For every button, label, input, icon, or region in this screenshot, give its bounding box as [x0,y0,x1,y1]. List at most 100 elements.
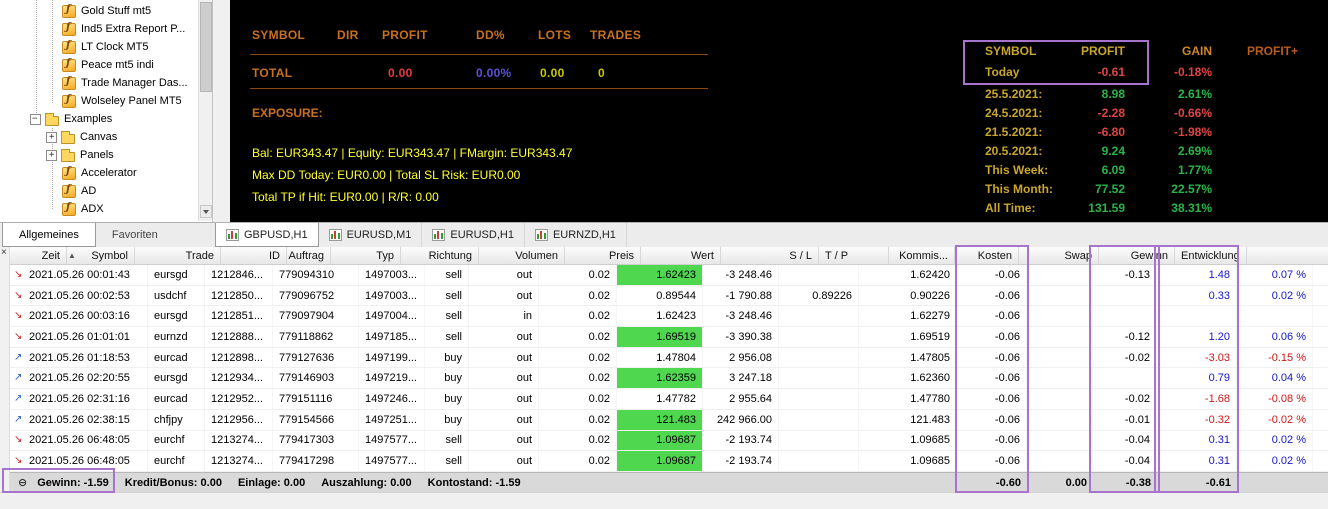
collapse-icon[interactable]: ⊖ [18,476,27,489]
table-row[interactable]: 2021.05.26 02:31:16 eurcad 1212952... 77… [10,389,1328,410]
cell-swap: -0.01 [1093,409,1157,430]
chart-tab[interactable]: GBPUSD,H1 [215,223,319,247]
navigator-tab[interactable]: Allgemeines [2,223,96,247]
toolbox-gutter: × [0,247,10,492]
tree-expander-icon[interactable] [30,113,41,125]
cell-entwicklung: -0.15 % [1237,347,1313,368]
cell-preis: 1.62423 [617,306,703,327]
cell-wert: 3 247.18 [703,368,779,389]
navigator-item-label: Examples [64,113,113,125]
navigator-item-label: Canvas [80,131,118,143]
stats-row-label: This Week: [985,162,1049,177]
navigator-tab[interactable]: Favoriten [96,223,174,247]
cell-preis: 0.89544 [617,285,703,306]
deal-direction-icon [14,352,26,364]
navigator-item-icon [62,184,76,198]
panel-total-label: TOTAL [252,66,293,80]
cell-volumen: 0.02 [539,327,617,347]
table-row[interactable]: 2021.05.26 06:48:05 eurchf 1213274... 77… [10,430,1328,452]
cell-id: 779096752 [273,285,359,306]
navigator-item[interactable]: Panels [0,146,198,164]
deal-time: 2021.05.26 00:02:53 [29,289,130,302]
tree-expander-icon[interactable] [46,131,57,143]
deal-time: 2021.05.26 01:01:01 [29,330,130,343]
table-row[interactable]: 2021.05.26 02:38:15 chfjpy 1212956... 77… [10,409,1328,431]
column-header[interactable]: Trade [135,247,221,264]
navigator-item[interactable]: Wolseley Panel MT5 [0,92,198,110]
table-row[interactable]: 2021.05.26 01:18:53 eurcad 1212898... 77… [10,347,1328,369]
scrollbar-thumb[interactable] [200,2,212,92]
chart-tab-label: EURNZD,H1 [552,229,616,241]
panel-total-profit: 0.00 [388,66,413,80]
cell-kommission: -0.06 [957,347,1027,368]
column-header[interactable]: Auftrag [287,247,331,264]
cell-id: 779146903 [273,368,359,389]
cell-sl [779,265,859,285]
navigator-item[interactable]: Trade Manager Das... [0,74,198,92]
cell-id: 779094310 [273,265,359,285]
column-header[interactable]: Kommis... [889,247,955,264]
stats-row: 20.5.2021: 9.24 2.69% [965,141,1310,160]
cell-entwicklung: 0.02 % [1237,430,1313,451]
navigator-item[interactable]: Gold Stuff mt5 [0,2,198,20]
column-header[interactable]: Kosten [955,247,1019,264]
cell-richtung: out [469,451,539,471]
deal-direction-icon [14,434,26,446]
navigator-item[interactable]: AD [0,182,198,200]
navigator-scrollbar[interactable] [198,0,212,221]
navigator-item[interactable]: Peace mt5 indi [0,56,198,74]
cell-time: 2021.05.26 00:03:16 [10,306,148,327]
navigator-item[interactable]: Canvas [0,128,198,146]
table-row[interactable]: 2021.05.26 00:03:16 eursgd 1212851... 77… [10,306,1328,328]
column-header[interactable]: Richtung [401,247,479,264]
chart-tab[interactable]: EURUSD,M1 [319,223,423,247]
cell-tp: 0.90226 [859,285,957,306]
deal-direction-icon [14,372,26,384]
footer-summary-item: Einlage: 0.00 [237,476,306,489]
table-row[interactable]: 2021.05.26 00:02:53 usdchf 1212850... 77… [10,285,1328,307]
daily-stats-panel: SYMBOL PROFIT GAIN PROFIT+ Today -0.61 -… [965,42,1310,217]
table-body: 2021.05.26 00:01:43 eursgd 1212846... 77… [10,265,1328,472]
column-header[interactable]: Wert [641,247,721,264]
cell-id: 779118862 [273,327,359,347]
cell-kommission: -0.06 [957,265,1027,285]
cell-tp: 1.69519 [859,327,957,347]
navigator-item[interactable]: ADX [0,200,198,218]
navigator-item-label: Wolseley Panel MT5 [81,95,182,107]
table-row[interactable]: 2021.05.26 01:01:01 eurnzd 1212888... 77… [10,327,1328,348]
table-row[interactable]: 2021.05.26 06:48:05 eurchf 1213274... 77… [10,451,1328,472]
tree-expander-icon[interactable] [46,149,57,161]
cell-gewinn: -0.32 [1157,409,1237,430]
scroll-down-icon[interactable] [200,205,212,218]
column-header[interactable]: Preis [565,247,641,264]
column-header[interactable]: ID [221,247,287,264]
column-header[interactable]: Typ [331,247,401,264]
navigator-item[interactable]: Examples [0,110,198,128]
column-header[interactable]: Swap [1019,247,1099,264]
sort-asc-icon[interactable]: ▲ [68,251,76,260]
cell-gewinn: 1.48 [1157,265,1237,285]
cell-kosten [1027,368,1093,389]
cell-id: 779151116 [273,389,359,409]
cell-entwicklung: 0.06 % [1237,327,1313,347]
cell-gewinn: -3.03 [1157,347,1237,368]
column-header[interactable]: Gewinn [1099,247,1175,264]
column-header[interactable]: T / P [819,247,889,264]
column-header[interactable]: S / L [721,247,819,264]
navigator-item[interactable]: LT Clock MT5 [0,38,198,56]
column-header[interactable]: Symbol [67,247,135,264]
stats-row-profit: 6.09 [1101,162,1125,177]
navigator-item[interactable]: Ind5 Extra Report P... [0,20,198,38]
column-header[interactable]: Zeit [10,247,67,264]
chart-tab[interactable]: EURNZD,H1 [525,223,627,247]
column-header[interactable]: Entwicklung [1175,247,1247,264]
chart-tab[interactable]: EURUSD,H1 [422,223,525,247]
navigator-item[interactable]: Accelerator [0,164,198,182]
column-header[interactable]: Volumen [479,247,565,264]
chart-area[interactable]: SYMBOL DIR PROFIT DD% LOTS TRADES TOTAL … [230,0,1328,222]
table-row[interactable]: 2021.05.26 02:20:55 eursgd 1212934... 77… [10,368,1328,390]
table-row[interactable]: 2021.05.26 00:01:43 eursgd 1212846... 77… [10,265,1328,286]
cell-swap: -0.12 [1093,327,1157,347]
close-icon[interactable]: × [1,248,7,258]
bottom-strip [0,492,1328,509]
